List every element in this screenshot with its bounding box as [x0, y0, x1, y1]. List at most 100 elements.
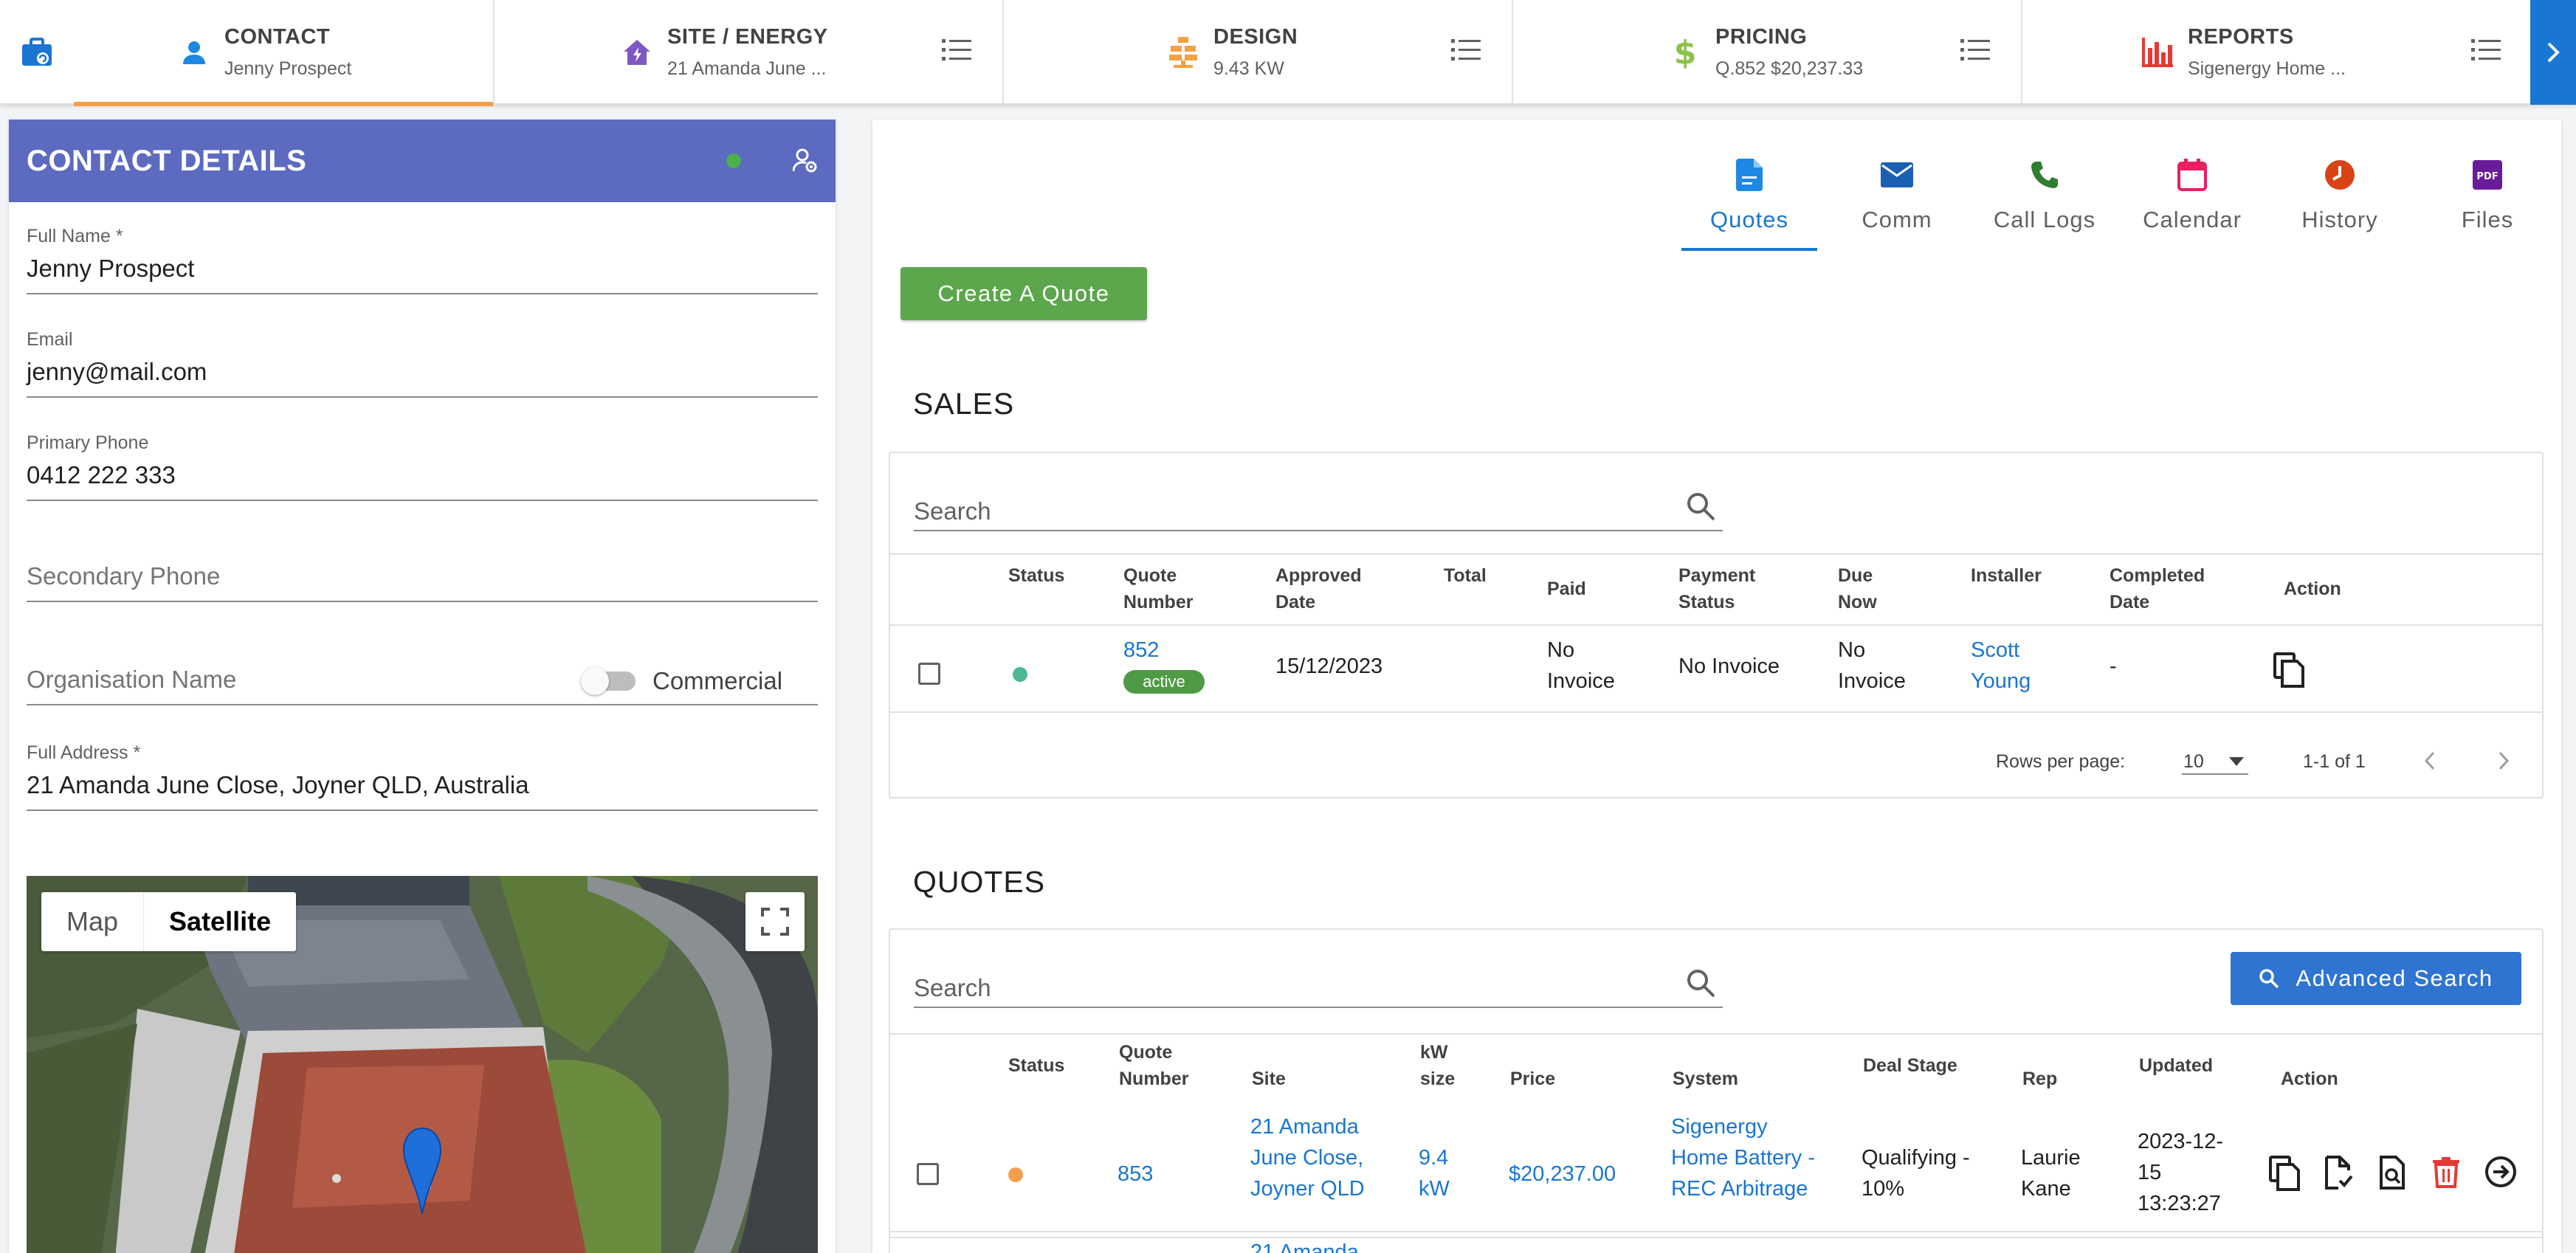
- nav-tab-title: CONTACT: [224, 25, 331, 49]
- full-name-value[interactable]: Jenny Prospect: [27, 255, 818, 293]
- primary-phone-field[interactable]: Primary Phone 0412 222 333: [27, 432, 818, 501]
- secondary-phone-placeholder: Secondary Phone: [27, 562, 221, 590]
- full-address-value[interactable]: 21 Amanda June Close, Joyner QLD, Austra…: [27, 771, 818, 810]
- system-link[interactable]: Sigenergy Home Battery - REC Arbitrage: [1671, 1111, 1826, 1204]
- next-row-site-link[interactable]: 21 Amanda: [1250, 1237, 1359, 1253]
- site-link[interactable]: 21 Amanda June Close, Joyner QLD: [1250, 1111, 1376, 1204]
- organisation-name-field[interactable]: Organisation Name Commercial: [27, 666, 818, 705]
- nav-tab-pricing[interactable]: $ PRICING Q.852 $20,237.33: [1513, 0, 2022, 105]
- trash-icon[interactable]: [2433, 1157, 2459, 1188]
- search-icon[interactable]: [1686, 968, 1715, 998]
- user-settings-icon[interactable]: [793, 148, 818, 173]
- status-badge: active: [1123, 670, 1205, 694]
- kw-size-link[interactable]: 9.4 kW: [1419, 1142, 1470, 1204]
- col-system[interactable]: System: [1673, 1066, 1738, 1092]
- advanced-search-button[interactable]: Advanced Search: [2231, 952, 2521, 1005]
- arrow-circle-right-icon[interactable]: [2484, 1156, 2517, 1188]
- sales-table-card: Search Status Quote Number Approved Date…: [889, 452, 2544, 798]
- status-dot: [1008, 1167, 1023, 1182]
- chevron-right-icon[interactable]: [2498, 751, 2510, 770]
- sales-section-title: SALES: [913, 387, 1015, 421]
- copy-icon[interactable]: [2273, 652, 2304, 688]
- commercial-toggle[interactable]: [581, 667, 636, 695]
- quotes-section-title: QUOTES: [913, 865, 1046, 899]
- list-icon[interactable]: [942, 37, 971, 62]
- col-installer[interactable]: Installer: [1971, 562, 2042, 589]
- price-link[interactable]: $20,237.00: [1509, 1159, 1616, 1190]
- payment-status-value: No Invoice: [1678, 655, 1780, 678]
- full-name-field[interactable]: Full Name * Jenny Prospect: [27, 226, 818, 294]
- map-type-map-button[interactable]: Map: [41, 892, 145, 951]
- quote-number-link[interactable]: 852: [1123, 635, 1159, 666]
- col-approved-date[interactable]: Approved Date: [1275, 562, 1386, 615]
- col-status[interactable]: Status: [1008, 562, 1064, 589]
- col-rep[interactable]: Rep: [2022, 1066, 2057, 1092]
- updated-value: 2023-12-15 13:23:27: [2138, 1130, 2224, 1215]
- email-field[interactable]: Email jenny@mail.com: [27, 329, 818, 398]
- tab-comm[interactable]: Comm: [1823, 156, 1971, 251]
- tab-history[interactable]: History: [2266, 156, 2414, 251]
- pagination-range: 1-1 of 1: [2303, 751, 2366, 772]
- sales-search-input[interactable]: Search: [914, 484, 1723, 531]
- toggle-knob: [581, 667, 609, 695]
- nav-next-button[interactable]: [2530, 0, 2576, 105]
- secondary-phone-field[interactable]: Secondary Phone: [27, 562, 818, 602]
- col-deal-stage[interactable]: Deal Stage: [1863, 1052, 1957, 1079]
- chevron-left-icon[interactable]: [2424, 751, 2436, 770]
- col-price[interactable]: Price: [1510, 1066, 1555, 1092]
- nav-tab-site-energy[interactable]: SITE / ENERGY 21 Amanda June ...: [495, 0, 1004, 105]
- rows-per-page-select[interactable]: 10: [2182, 741, 2248, 775]
- tab-label: Comm: [1862, 207, 1932, 232]
- col-site[interactable]: Site: [1252, 1066, 1286, 1092]
- deal-stage-value: Qualifying - 10%: [1862, 1146, 1970, 1201]
- due-now-value: No Invoice: [1838, 638, 1906, 693]
- document-check-icon[interactable]: [2324, 1156, 2353, 1190]
- contact-details-panel: CONTACT DETAILS Full Name * Jenny Prospe…: [9, 120, 836, 1253]
- row-checkbox[interactable]: [917, 1163, 939, 1185]
- full-address-field[interactable]: Full Address * 21 Amanda June Close, Joy…: [27, 742, 818, 811]
- col-payment-status[interactable]: Payment Status: [1678, 562, 1789, 615]
- tab-calendar[interactable]: Calendar: [2118, 156, 2266, 251]
- tab-files[interactable]: PDF Files: [2414, 156, 2561, 251]
- col-kw-size[interactable]: kW size: [1420, 1039, 1464, 1092]
- installer-link[interactable]: Scott Young: [1971, 635, 2045, 697]
- list-icon[interactable]: [1451, 37, 1481, 62]
- nav-tab-contact[interactable]: CONTACT Jenny Prospect: [74, 0, 495, 106]
- tab-call-logs[interactable]: Call Logs: [1971, 156, 2118, 251]
- tab-quotes[interactable]: Quotes: [1676, 156, 1823, 251]
- row-checkbox[interactable]: [918, 663, 940, 685]
- advanced-search-label: Advanced Search: [2296, 965, 2493, 991]
- map-type-satellite-button[interactable]: Satellite: [144, 892, 296, 951]
- create-quote-button[interactable]: Create A Quote: [900, 267, 1147, 320]
- col-paid[interactable]: Paid: [1547, 576, 1586, 602]
- col-completed-date[interactable]: Completed Date: [2110, 562, 2235, 615]
- primary-phone-value[interactable]: 0412 222 333: [27, 461, 818, 500]
- briefcase-icon: [22, 38, 52, 66]
- briefcase-home-button[interactable]: [0, 0, 74, 105]
- satellite-map[interactable]: Map Satellite: [27, 876, 818, 1253]
- quotes-table-card: Search Advanced Search Status Quote Numb…: [889, 928, 2544, 1253]
- paid-value: No Invoice: [1547, 638, 1615, 693]
- col-due-now[interactable]: Due Now: [1838, 562, 1904, 615]
- search-icon[interactable]: [1686, 491, 1715, 521]
- copy-icon[interactable]: [2269, 1156, 2300, 1191]
- house-bolt-icon: [620, 35, 654, 69]
- col-status[interactable]: Status: [1008, 1052, 1064, 1079]
- tab-label: History: [2301, 207, 2378, 232]
- document-search-icon[interactable]: [2378, 1156, 2406, 1190]
- nav-tab-reports[interactable]: REPORTS Sigenergy Home ...: [2022, 0, 2532, 105]
- email-value[interactable]: jenny@mail.com: [27, 358, 818, 396]
- col-total[interactable]: Total: [1444, 562, 1487, 589]
- quotes-search-input[interactable]: Search: [914, 961, 1723, 1008]
- list-icon[interactable]: [1960, 37, 1990, 62]
- col-quote-number[interactable]: Quote Number: [1123, 562, 1212, 615]
- quotes-panel: Quotes Comm Call Logs Calendar History P…: [872, 120, 2561, 1253]
- person-icon: [177, 35, 211, 69]
- list-icon[interactable]: [2471, 37, 2501, 62]
- fullscreen-button[interactable]: [745, 892, 805, 951]
- field-label: Full Name *: [27, 226, 123, 246]
- col-updated[interactable]: Updated: [2139, 1052, 2213, 1079]
- quote-number-link[interactable]: 853: [1117, 1159, 1153, 1190]
- col-quote-number[interactable]: Quote Number: [1119, 1039, 1208, 1092]
- nav-tab-design[interactable]: DESIGN 9.43 KW: [1004, 0, 1513, 105]
